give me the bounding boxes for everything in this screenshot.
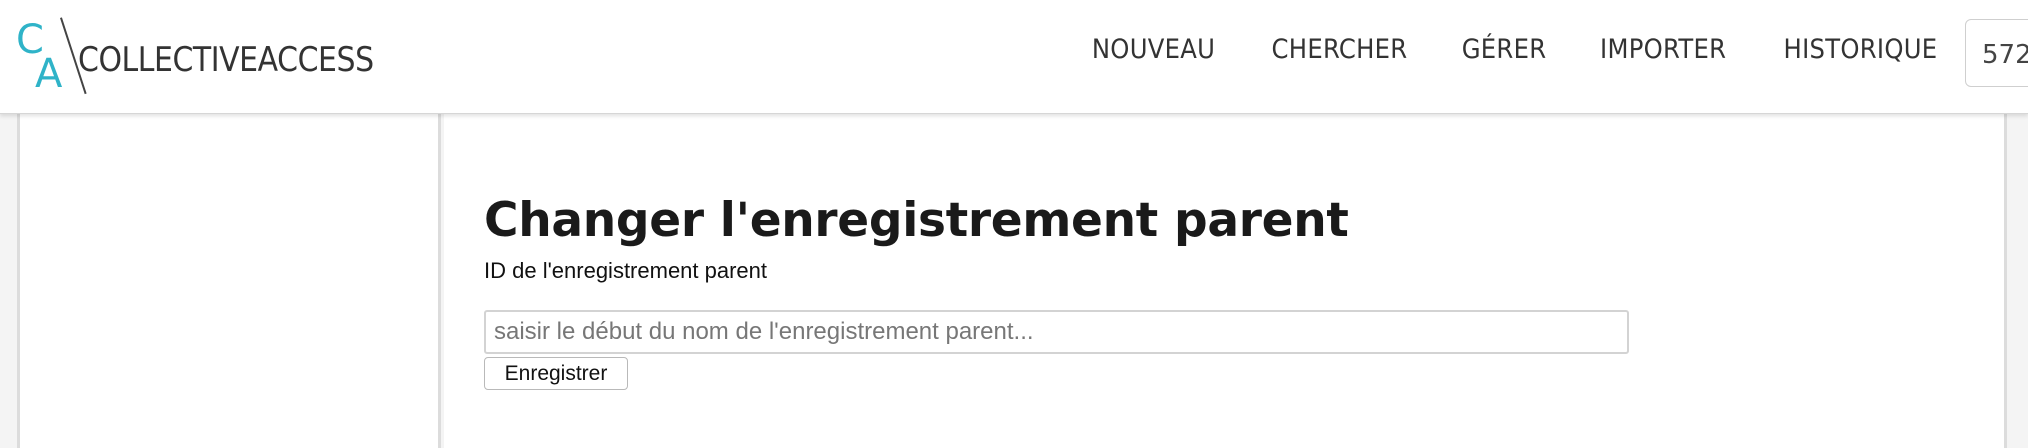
parent-id-label: ID de l'enregistrement parent bbox=[484, 258, 768, 283]
save-button[interactable]: Enregistrer bbox=[484, 357, 628, 390]
menu-item-chercher[interactable]: CHERCHER bbox=[1271, 34, 1407, 65]
main-menu: NOUVEAU CHERCHER GÉRER IMPORTER HISTORIQ… bbox=[1085, 34, 1946, 65]
logo-mark-icon: C A bbox=[16, 17, 87, 97]
menu-item-historique[interactable]: HISTORIQUE bbox=[1784, 34, 1938, 65]
collectiveaccess-logo[interactable]: C A COLLECTIVEACCESS bbox=[16, 17, 416, 97]
parent-record-lookup-input[interactable] bbox=[484, 310, 1629, 354]
quick-search-field[interactable]: 572 bbox=[1965, 19, 2028, 87]
logo-letter-a: A bbox=[35, 51, 63, 97]
menu-item-importer[interactable]: IMPORTER bbox=[1600, 34, 1726, 65]
menu-item-gerer[interactable]: GÉRER bbox=[1461, 34, 1546, 65]
menu-item-nouveau[interactable]: NOUVEAU bbox=[1091, 34, 1214, 65]
top-navigation-bar: C A COLLECTIVEACCESS NOUVEAU CHERCHER GÉ… bbox=[0, 0, 2028, 114]
left-sidebar bbox=[17, 114, 441, 448]
page-title: Changer l'enregistrement parent bbox=[484, 193, 1349, 249]
main-content: Changer l'enregistrement parent ID de l'… bbox=[444, 114, 2007, 448]
logo-wordmark: COLLECTIVEACCESS bbox=[78, 40, 374, 80]
